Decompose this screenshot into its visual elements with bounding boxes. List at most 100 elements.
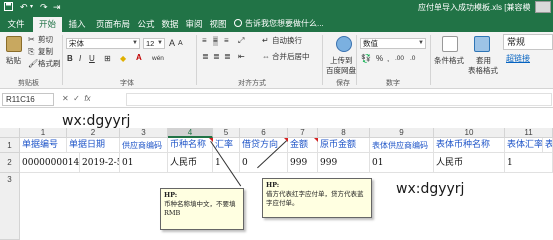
cell[interactable]: 01 — [370, 153, 434, 173]
save-icon[interactable] — [4, 2, 13, 14]
window-control-button[interactable] — [535, 1, 551, 13]
cell-comment[interactable]: HP: 借方代表红字应付单，贷方代表蓝字应付单。 — [262, 178, 372, 218]
select-all-corner[interactable] — [0, 128, 20, 138]
shrink-font-icon[interactable]: A — [178, 39, 183, 49]
cell[interactable]: 0 — [240, 153, 288, 173]
align-left-icon[interactable]: ≣ — [202, 52, 209, 62]
undo-icon[interactable]: ↶ — [20, 2, 28, 13]
cell-comment[interactable]: HP: 币种名称填中文，不要填RMB — [160, 188, 244, 230]
bold-button[interactable]: B — [67, 54, 73, 64]
cell[interactable]: 表 — [543, 138, 553, 153]
increase-decimal-icon[interactable]: .00 — [395, 54, 404, 64]
tab-home[interactable]: 开始 — [33, 17, 62, 32]
formula-input[interactable] — [126, 93, 552, 106]
cell[interactable]: 1 — [505, 153, 553, 173]
tab-review[interactable]: 审阅 — [183, 17, 205, 32]
column-header[interactable]: 9 — [370, 128, 434, 138]
italic-button[interactable]: I — [79, 54, 81, 64]
format-as-table-button[interactable]: 套用 — [476, 56, 491, 66]
cell[interactable]: 2019-2-5 — [80, 153, 120, 173]
align-top-icon[interactable]: ≡ — [202, 36, 207, 46]
align-bottom-icon[interactable]: ≡ — [224, 36, 229, 46]
style-normal[interactable]: 常规 — [503, 34, 553, 50]
tab-data[interactable]: 数据 — [159, 17, 181, 32]
tell-me-search[interactable]: 告诉我您想要做什么... — [234, 18, 324, 29]
align-center-icon[interactable]: ≣ — [213, 52, 220, 62]
cell[interactable]: 999 — [288, 153, 318, 173]
column-header[interactable]: 2 — [67, 128, 120, 138]
wrap-text-icon: ↵ — [262, 36, 269, 45]
cancel-icon[interactable]: ✕ — [62, 94, 69, 103]
font-size-select[interactable]: 12 ▼ — [143, 38, 165, 49]
column-header[interactable]: 7 — [288, 128, 318, 138]
cell[interactable]: 人民币 — [168, 153, 213, 173]
enter-icon[interactable]: ✓ — [73, 94, 80, 103]
underline-button[interactable]: U — [89, 54, 95, 64]
percent-icon[interactable]: % — [376, 54, 383, 64]
row-header[interactable]: 3 — [0, 173, 20, 240]
cell[interactable]: 表体币种名称 — [434, 138, 505, 153]
copy-button[interactable]: 复制 — [38, 47, 53, 57]
borders-icon[interactable]: ⊞ — [104, 54, 111, 64]
cell[interactable]: 01 — [120, 153, 168, 173]
tab-insert[interactable]: 插入 — [64, 17, 90, 32]
tab-view[interactable]: 视图 — [207, 17, 229, 32]
cell[interactable]: 币种名称 — [168, 138, 213, 153]
merge-center-button[interactable]: 合并后居中 — [272, 52, 310, 62]
column-header[interactable]: 4 — [168, 128, 213, 138]
paste-button[interactable]: 粘贴 — [6, 56, 21, 66]
tab-page-layout[interactable]: 页面布局 — [93, 17, 133, 32]
format-painter-button[interactable]: 格式刷 — [38, 59, 61, 69]
table-format-icon[interactable] — [474, 36, 490, 52]
row-header[interactable]: 1 — [0, 138, 20, 153]
cell[interactable]: 0000000014 — [20, 153, 80, 173]
conditional-format-button[interactable]: 条件格式 — [434, 56, 464, 66]
name-box[interactable]: R11C16 — [2, 93, 54, 106]
comma-icon[interactable]: , — [387, 54, 389, 64]
cell[interactable]: 表体供应商编码 — [370, 138, 434, 153]
indent-icon[interactable]: ⇤ — [238, 52, 245, 62]
column-header[interactable]: 6 — [240, 128, 288, 138]
cell[interactable]: 单据编号 — [20, 138, 67, 153]
chevron-down-icon[interactable]: ▾ — [30, 2, 33, 13]
fill-color-icon[interactable]: ◆ — [120, 54, 126, 64]
decrease-decimal-icon[interactable]: .0 — [410, 54, 415, 64]
cell[interactable]: 表体汇率 — [505, 138, 543, 153]
tab-formulas[interactable]: 公式 — [135, 17, 157, 32]
currency-icon[interactable]: 💱 — [361, 54, 371, 64]
column-header[interactable]: 5 — [213, 128, 240, 138]
comment-indicator[interactable] — [314, 138, 318, 142]
function-icon[interactable]: fx — [84, 94, 90, 103]
cell[interactable]: 原币金额 — [318, 138, 370, 153]
wrap-text-button[interactable]: 自动换行 — [272, 36, 302, 46]
style-hyperlink[interactable]: 超链接 — [503, 52, 553, 68]
column-header[interactable]: 10 — [434, 128, 505, 138]
conditional-format-icon[interactable] — [442, 36, 458, 52]
upload-button[interactable]: 上传到 — [330, 56, 353, 66]
customize-quick-access-icon[interactable]: ⇥ — [53, 2, 61, 13]
font-name-select[interactable]: 宋体 ▼ — [66, 38, 140, 49]
column-header[interactable]: 3 — [120, 128, 168, 138]
cell[interactable]: 单据日期 — [67, 138, 120, 153]
cut-button[interactable]: 剪切 — [38, 35, 53, 45]
column-header[interactable]: 8 — [318, 128, 370, 138]
column-header[interactable]: 11 — [505, 128, 553, 138]
cell[interactable]: 999 — [318, 153, 370, 173]
copy-icon: ⎘ — [28, 47, 35, 56]
tab-file[interactable]: 文件 — [3, 17, 29, 32]
number-format-select[interactable]: 数值 ▼ — [360, 38, 426, 49]
baidu-netdisk-button[interactable]: 百度网盘 — [326, 66, 356, 76]
phonetic-button[interactable]: wén — [152, 54, 164, 64]
paste-icon[interactable] — [6, 36, 22, 52]
column-header[interactable]: 1 — [20, 128, 67, 138]
redo-icon[interactable]: ↷ — [40, 2, 48, 13]
font-color-icon[interactable]: A — [136, 53, 142, 63]
row-header[interactable]: 2 — [0, 153, 20, 173]
cell[interactable]: 供应商编码 — [120, 138, 168, 153]
grow-font-icon[interactable]: A — [169, 38, 175, 48]
cell[interactable]: 人民币 — [434, 153, 505, 173]
align-middle-icon[interactable]: ≡ — [213, 36, 218, 46]
align-right-icon[interactable]: ≣ — [224, 52, 231, 62]
cloud-upload-icon[interactable] — [336, 36, 352, 52]
orientation-icon[interactable]: ⤢ — [238, 36, 244, 46]
